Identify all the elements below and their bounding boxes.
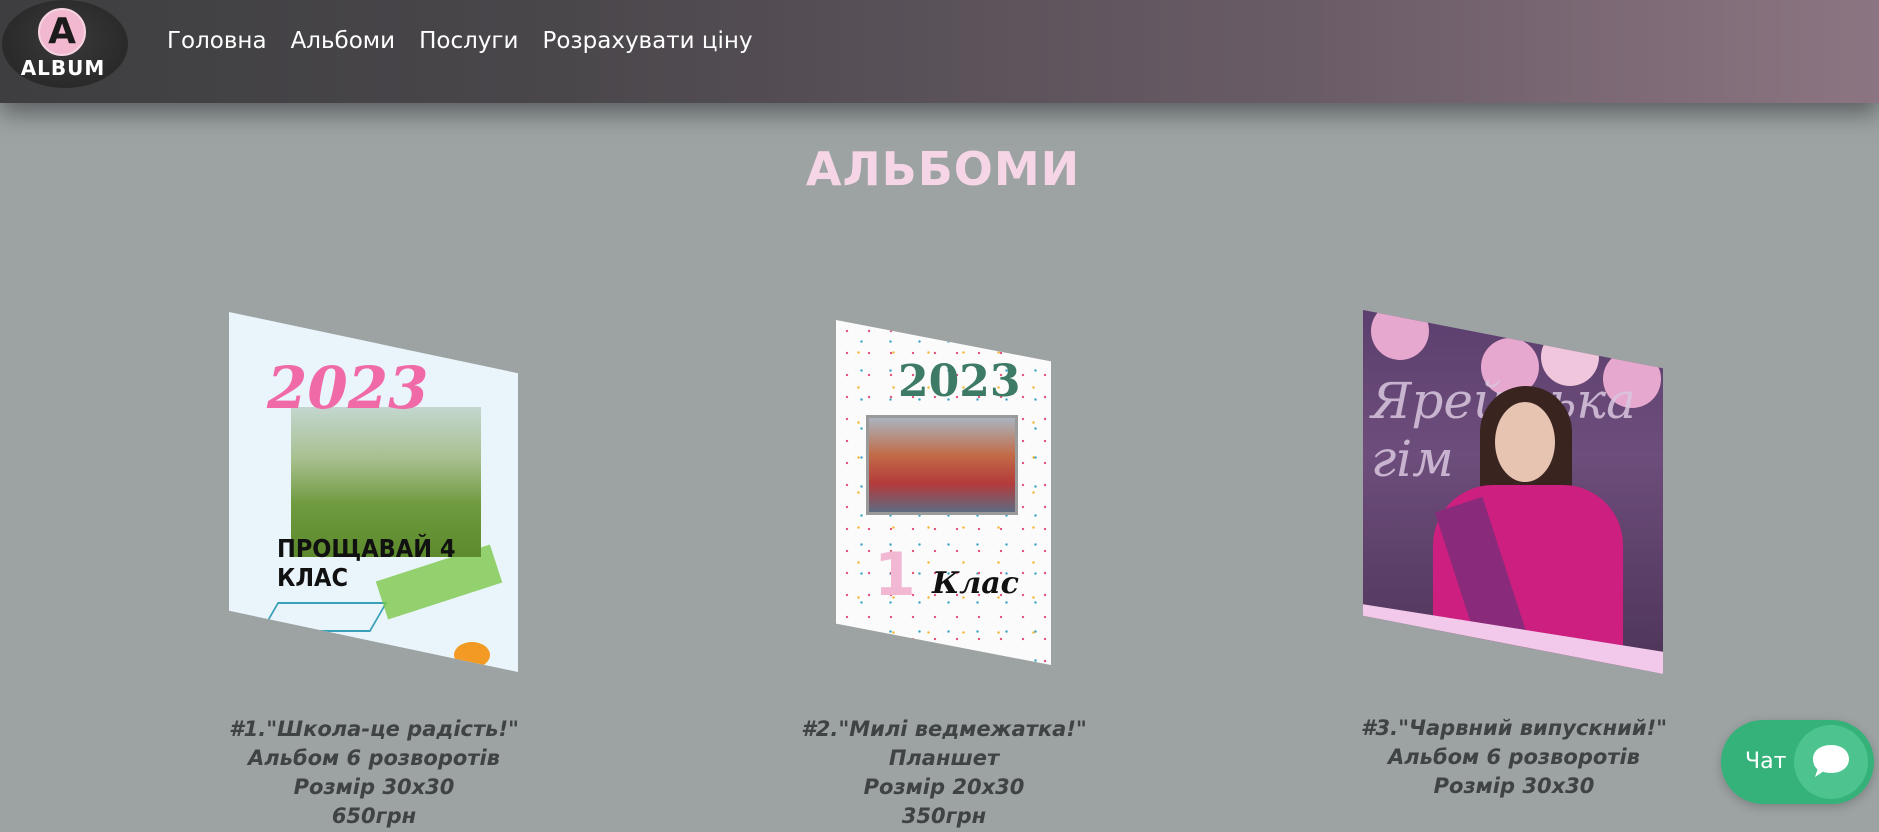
album-3-size: Розмір 30x30: [1433, 774, 1595, 798]
album-2-year: 2023: [898, 356, 1021, 407]
graduate-face: [1495, 402, 1555, 482]
album-2-size: Розмір 20x30: [863, 775, 1025, 799]
album-1-price: 650грн: [331, 804, 417, 828]
chat-label: Чат: [1745, 749, 1787, 774]
album-1-year: 2023: [267, 354, 429, 422]
chat-bubble-icon: [1794, 725, 1868, 799]
nav-calculate-price[interactable]: Розрахувати ціну: [542, 28, 752, 54]
orange-paint-splash: [454, 642, 490, 668]
chat-button[interactable]: Чат: [1721, 720, 1874, 804]
logo-word: ALBUM: [20, 56, 106, 80]
album-2-type: Планшет: [888, 746, 1000, 770]
album-2-grade: 1: [874, 540, 916, 610]
album-1-size: Розмір 30x30: [293, 775, 455, 799]
album-3-caption: #3."Чарвний випускний!" Альбом 6 розворо…: [1284, 714, 1744, 801]
album-1-type: Альбом 6 розворотів: [248, 746, 500, 770]
album-1-caption: #1."Школа-це радість!" Альбом 6 розворот…: [144, 715, 604, 831]
nav-services[interactable]: Послуги: [419, 28, 518, 54]
page-title: АЛЬБОМИ: [805, 142, 1081, 196]
album-2-image[interactable]: 2023 1 Клас: [836, 320, 1051, 665]
album-1-slogan: ПРОЩАВАЙ 4 КЛАС: [277, 534, 456, 592]
album-3-title: #3."Чарвний випускний!": [1360, 716, 1668, 740]
nav-home[interactable]: Головна: [167, 28, 267, 54]
paper-plane-icon: [260, 602, 388, 632]
album-2-title: #2."Милі ведмежатка!": [801, 717, 1087, 741]
album-2-grade-word: Клас: [932, 566, 1019, 601]
main-nav: Головна Альбоми Послуги Розрахувати ціну: [167, 28, 753, 54]
album-logo[interactable]: A ALBUM: [2, 0, 128, 88]
class-photo: [866, 415, 1018, 515]
album-1-image[interactable]: 2023 ПРОЩАВАЙ 4 КЛАС: [229, 312, 518, 672]
album-3-image[interactable]: Ярей ська гім: [1363, 310, 1663, 674]
logo-letter: A: [48, 11, 76, 52]
album-2-price: 350грн: [901, 804, 987, 828]
site-header: A ALBUM Головна Альбоми Послуги Розрахув…: [0, 0, 1879, 103]
nav-albums[interactable]: Альбоми: [291, 28, 396, 54]
album-2-caption: #2."Милі ведмежатка!" Планшет Розмір 20x…: [714, 715, 1174, 831]
album-3-type: Альбом 6 розворотів: [1388, 745, 1640, 769]
balloon: [1371, 310, 1429, 360]
logo-badge: A: [38, 8, 86, 56]
album-1-title: #1."Школа-це радість!": [229, 717, 519, 741]
